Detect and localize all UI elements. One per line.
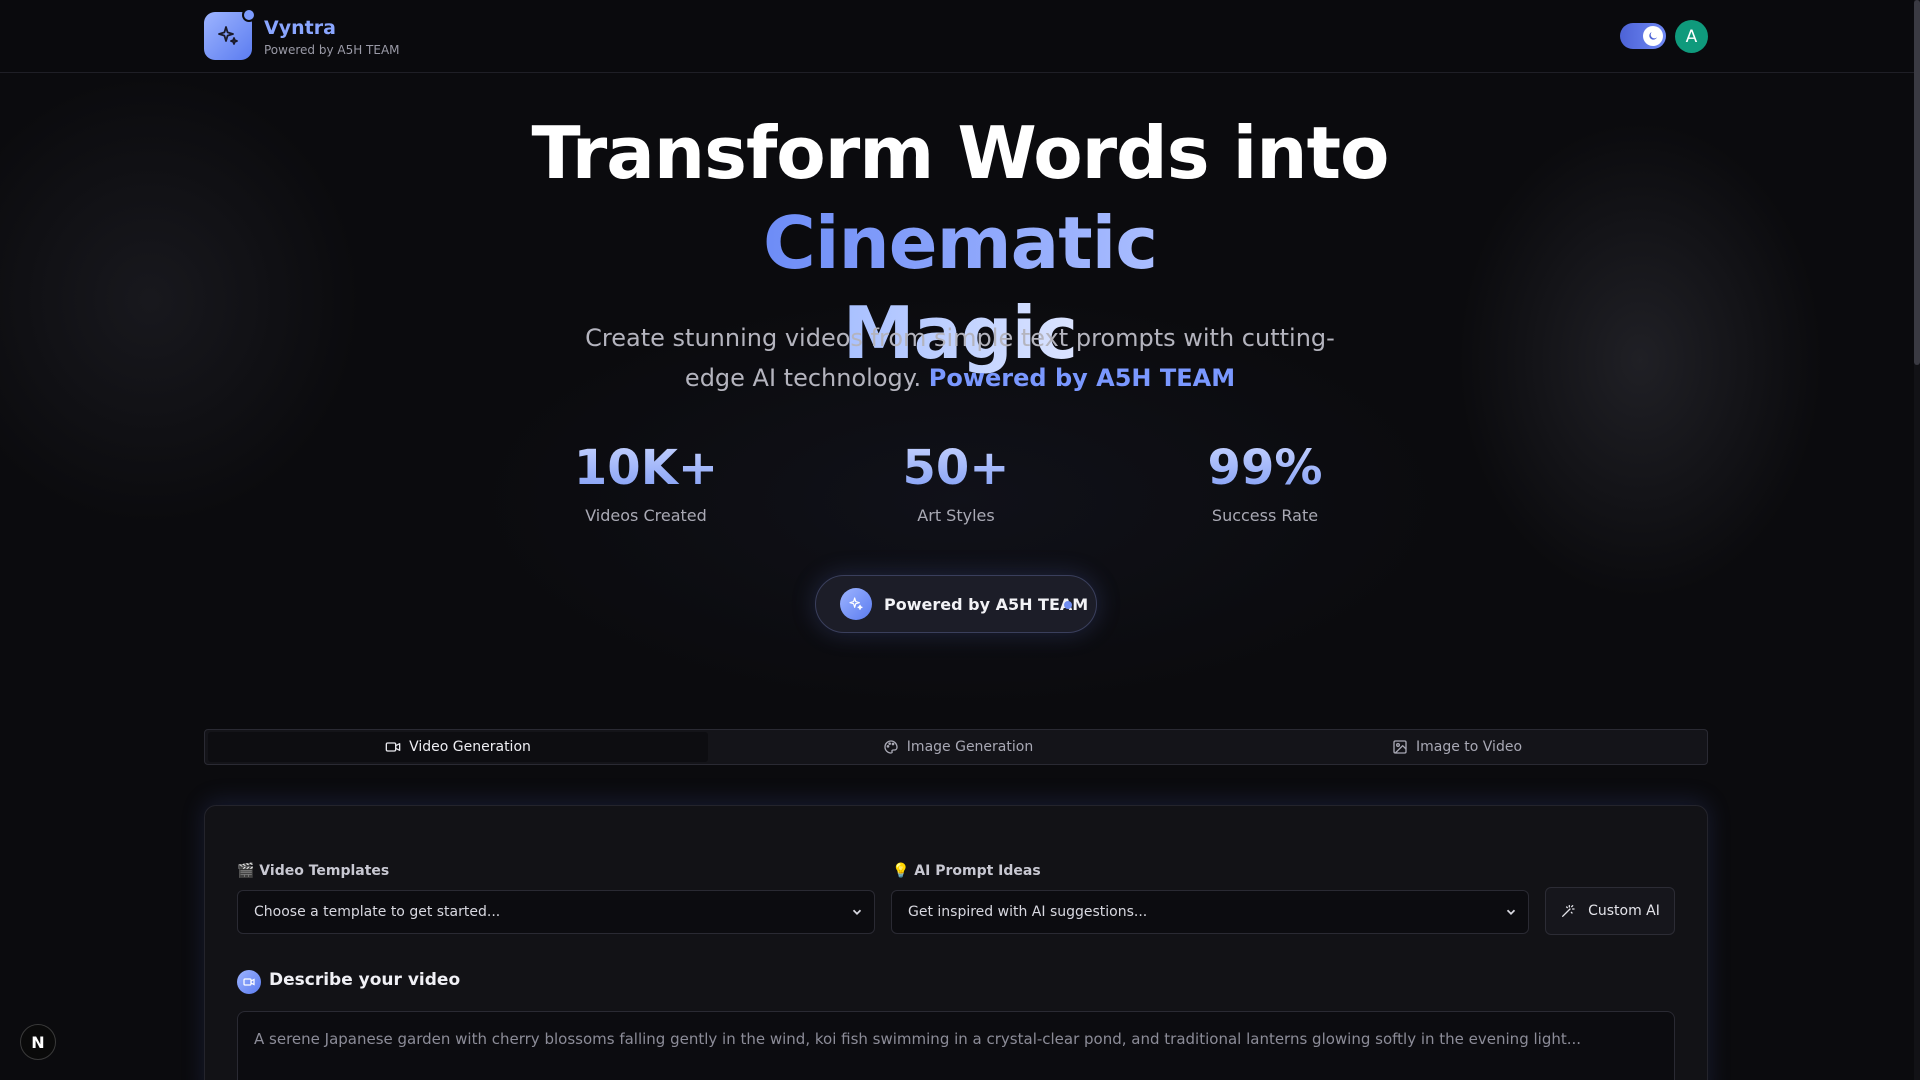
stat-value: 50+ (836, 440, 1076, 496)
tab-image-generation[interactable]: Image Generation (708, 732, 1208, 762)
scrollbar-thumb[interactable] (1914, 0, 1920, 365)
video-icon (385, 742, 401, 752)
custom-ai-button[interactable]: Custom AI (1545, 887, 1675, 935)
status-dot (1064, 601, 1072, 609)
magic-wand-icon (1562, 905, 1575, 917)
stat-videos-created: 10K+ Videos Created (526, 440, 766, 525)
video-description-textarea[interactable]: A serene Japanese garden with cherry blo… (237, 1011, 1675, 1080)
video-icon (237, 970, 261, 994)
hero-subtitle: Create stunning videos from simple text … (560, 318, 1360, 398)
tab-label: Image Generation (906, 739, 1034, 755)
stat-art-styles: 50+ Art Styles (836, 440, 1076, 525)
image-icon (1393, 740, 1407, 754)
page-scrollbar[interactable] (1914, 0, 1920, 1080)
stat-label: Art Styles (917, 506, 995, 525)
video-templates-select[interactable]: Choose a template to get started... (237, 890, 875, 934)
moon-icon (1643, 26, 1663, 46)
custom-ai-label: Custom AI (1588, 903, 1660, 919)
stat-value: 10K+ (526, 440, 766, 496)
ai-prompt-ideas-select[interactable]: Get inspired with AI suggestions... (891, 890, 1529, 934)
ai-prompt-ideas-label: 💡 AI Prompt Ideas (892, 863, 1041, 879)
logo[interactable] (204, 8, 256, 60)
hero-title-accent: Cinematic (763, 201, 1158, 285)
powered-by-label: Powered by A5H TEAM (884, 594, 1089, 614)
palette-icon (884, 740, 898, 754)
page: Vyntra Powered by A5H TEAM A Transform W… (0, 0, 1920, 1080)
select-value: Get inspired with AI suggestions... (908, 904, 1148, 920)
brand-name[interactable]: Vyntra (264, 17, 336, 39)
hero-title-part1: Transform Words into (531, 111, 1390, 195)
theme-toggle[interactable] (1620, 23, 1666, 49)
tab-video-generation[interactable]: Video Generation (208, 732, 708, 762)
tab-label: Image to Video (1415, 739, 1523, 755)
user-avatar[interactable]: A (1675, 20, 1708, 53)
describe-video-title: Describe your video (269, 970, 461, 990)
tab-image-to-video[interactable]: Image to Video (1208, 732, 1706, 762)
stat-success-rate: 99% Success Rate (1145, 440, 1385, 525)
stat-label: Videos Created (585, 506, 707, 525)
select-value: Choose a template to get started... (254, 904, 501, 920)
hero-subtitle-accent: Powered by A5H TEAM (928, 364, 1236, 392)
floating-n-badge[interactable]: N (20, 1024, 56, 1060)
logo-status-dot (242, 8, 256, 22)
brand-subtitle: Powered by A5H TEAM (264, 43, 400, 57)
top-navbar: Vyntra Powered by A5H TEAM A (0, 0, 1914, 73)
sparkles-icon (218, 26, 238, 45)
generation-tabs: Video Generation Image Generation Image … (204, 729, 1708, 765)
stat-label: Success Rate (1211, 506, 1319, 525)
chevron-down-icon (1506, 909, 1516, 915)
stat-value: 99% (1145, 440, 1385, 496)
tab-label: Video Generation (409, 739, 531, 755)
chevron-down-icon (852, 909, 862, 915)
powered-by-pill[interactable]: Powered by A5H TEAM (815, 575, 1097, 633)
video-templates-label: 🎬 Video Templates (237, 863, 390, 879)
sparkles-icon (840, 588, 872, 620)
